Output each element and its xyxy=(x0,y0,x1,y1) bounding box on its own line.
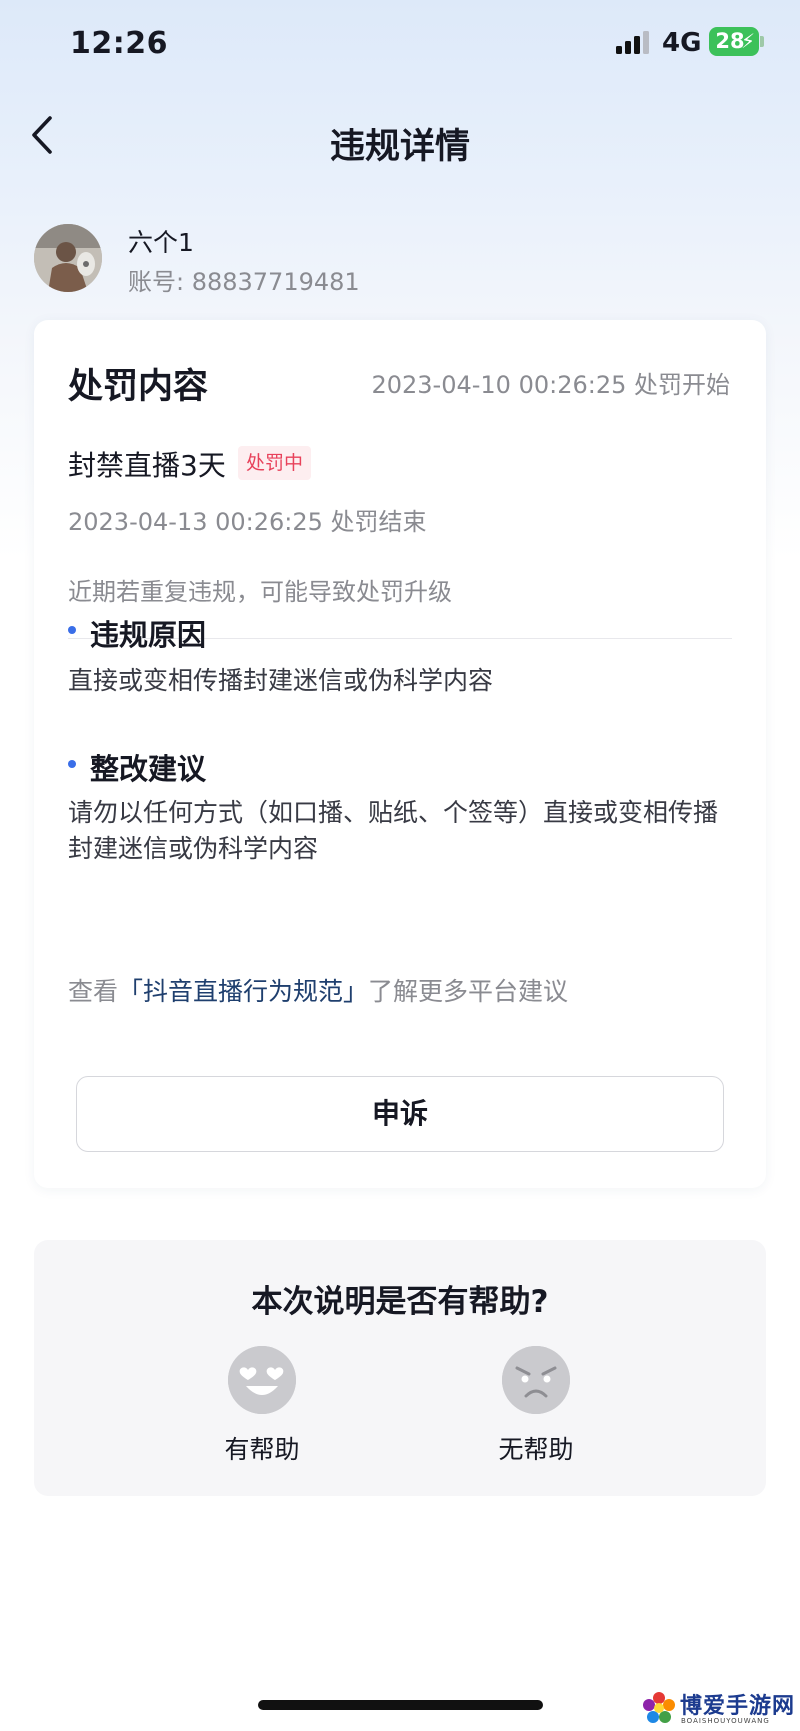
home-indicator[interactable] xyxy=(258,1700,543,1710)
suggestion-title: 整改建议 xyxy=(90,752,207,786)
watermark-subtext: BOAISHOUYOUWANG xyxy=(681,1717,770,1725)
unhelpful-button[interactable]: 无帮助 xyxy=(476,1346,596,1476)
reason-title: 违规原因 xyxy=(90,618,207,652)
helpful-label: 有帮助 xyxy=(224,1435,300,1464)
flower-logo-icon xyxy=(643,1692,675,1723)
bullet-dot xyxy=(68,760,76,768)
guideline-line: 查看「抖音直播行为规范」了解更多平台建议 xyxy=(68,972,568,1008)
signal-icon xyxy=(616,30,650,54)
page-title: 违规详情 xyxy=(329,127,470,167)
feedback-card: 本次说明是否有帮助? 有帮助 无帮助 xyxy=(34,1240,766,1496)
bullet-dot xyxy=(68,626,76,634)
user-account-id: 账号: 88837719481 xyxy=(128,268,360,296)
angry-emoji-icon xyxy=(502,1346,570,1414)
penalty-start-time: 2023-04-10 00:26:25 处罚开始 xyxy=(371,371,730,399)
penalty-warning: 近期若重复违规，可能导致处罚升级 xyxy=(68,578,452,606)
reason-text: 直接或变相传播封建迷信或伪科学内容 xyxy=(68,666,494,695)
helpful-button[interactable]: 有帮助 xyxy=(202,1346,322,1476)
heart-eyes-emoji-icon xyxy=(228,1346,296,1414)
user-name: 六个1 xyxy=(128,228,194,257)
section-title: 处罚内容 xyxy=(68,367,209,407)
suggestion-line-2: 封建迷信或伪科学内容 xyxy=(68,834,319,863)
link-suffix: 了解更多平台建议 xyxy=(368,977,569,1006)
appeal-button[interactable]: 申诉 xyxy=(76,1076,724,1152)
watermark-text: 博爱手游网 xyxy=(680,1694,796,1719)
status-time: 12:26 xyxy=(70,26,168,61)
watermark-logo: 博爱手游网 BOAISHOUYOUWANG xyxy=(640,1688,800,1731)
guideline-link[interactable]: 「抖音直播行为规范」 xyxy=(118,977,368,1006)
penalty-end-time: 2023-04-13 00:26:25 处罚结束 xyxy=(68,508,427,536)
network-label: 4G xyxy=(662,28,702,58)
penalty-card: 处罚内容 2023-04-10 00:26:25 处罚开始 封禁直播3天 处罚中… xyxy=(34,320,766,1188)
suggestion-line-1: 请勿以任何方式（如口播、贴纸、个签等）直接或变相传播 xyxy=(68,798,719,827)
unhelpful-label: 无帮助 xyxy=(498,1435,574,1464)
feedback-question: 本次说明是否有帮助? xyxy=(251,1284,549,1320)
status-badge: 处罚中 xyxy=(238,446,312,480)
battery-icon: 28 ⚡ xyxy=(709,27,764,56)
avatar xyxy=(34,224,102,292)
penalty-ban: 封禁直播3天 xyxy=(68,449,226,482)
link-prefix: 查看 xyxy=(68,977,119,1006)
charging-bolt-icon: ⚡ xyxy=(740,29,755,53)
status-bar: 12:26 4G 28 ⚡ xyxy=(0,0,800,90)
